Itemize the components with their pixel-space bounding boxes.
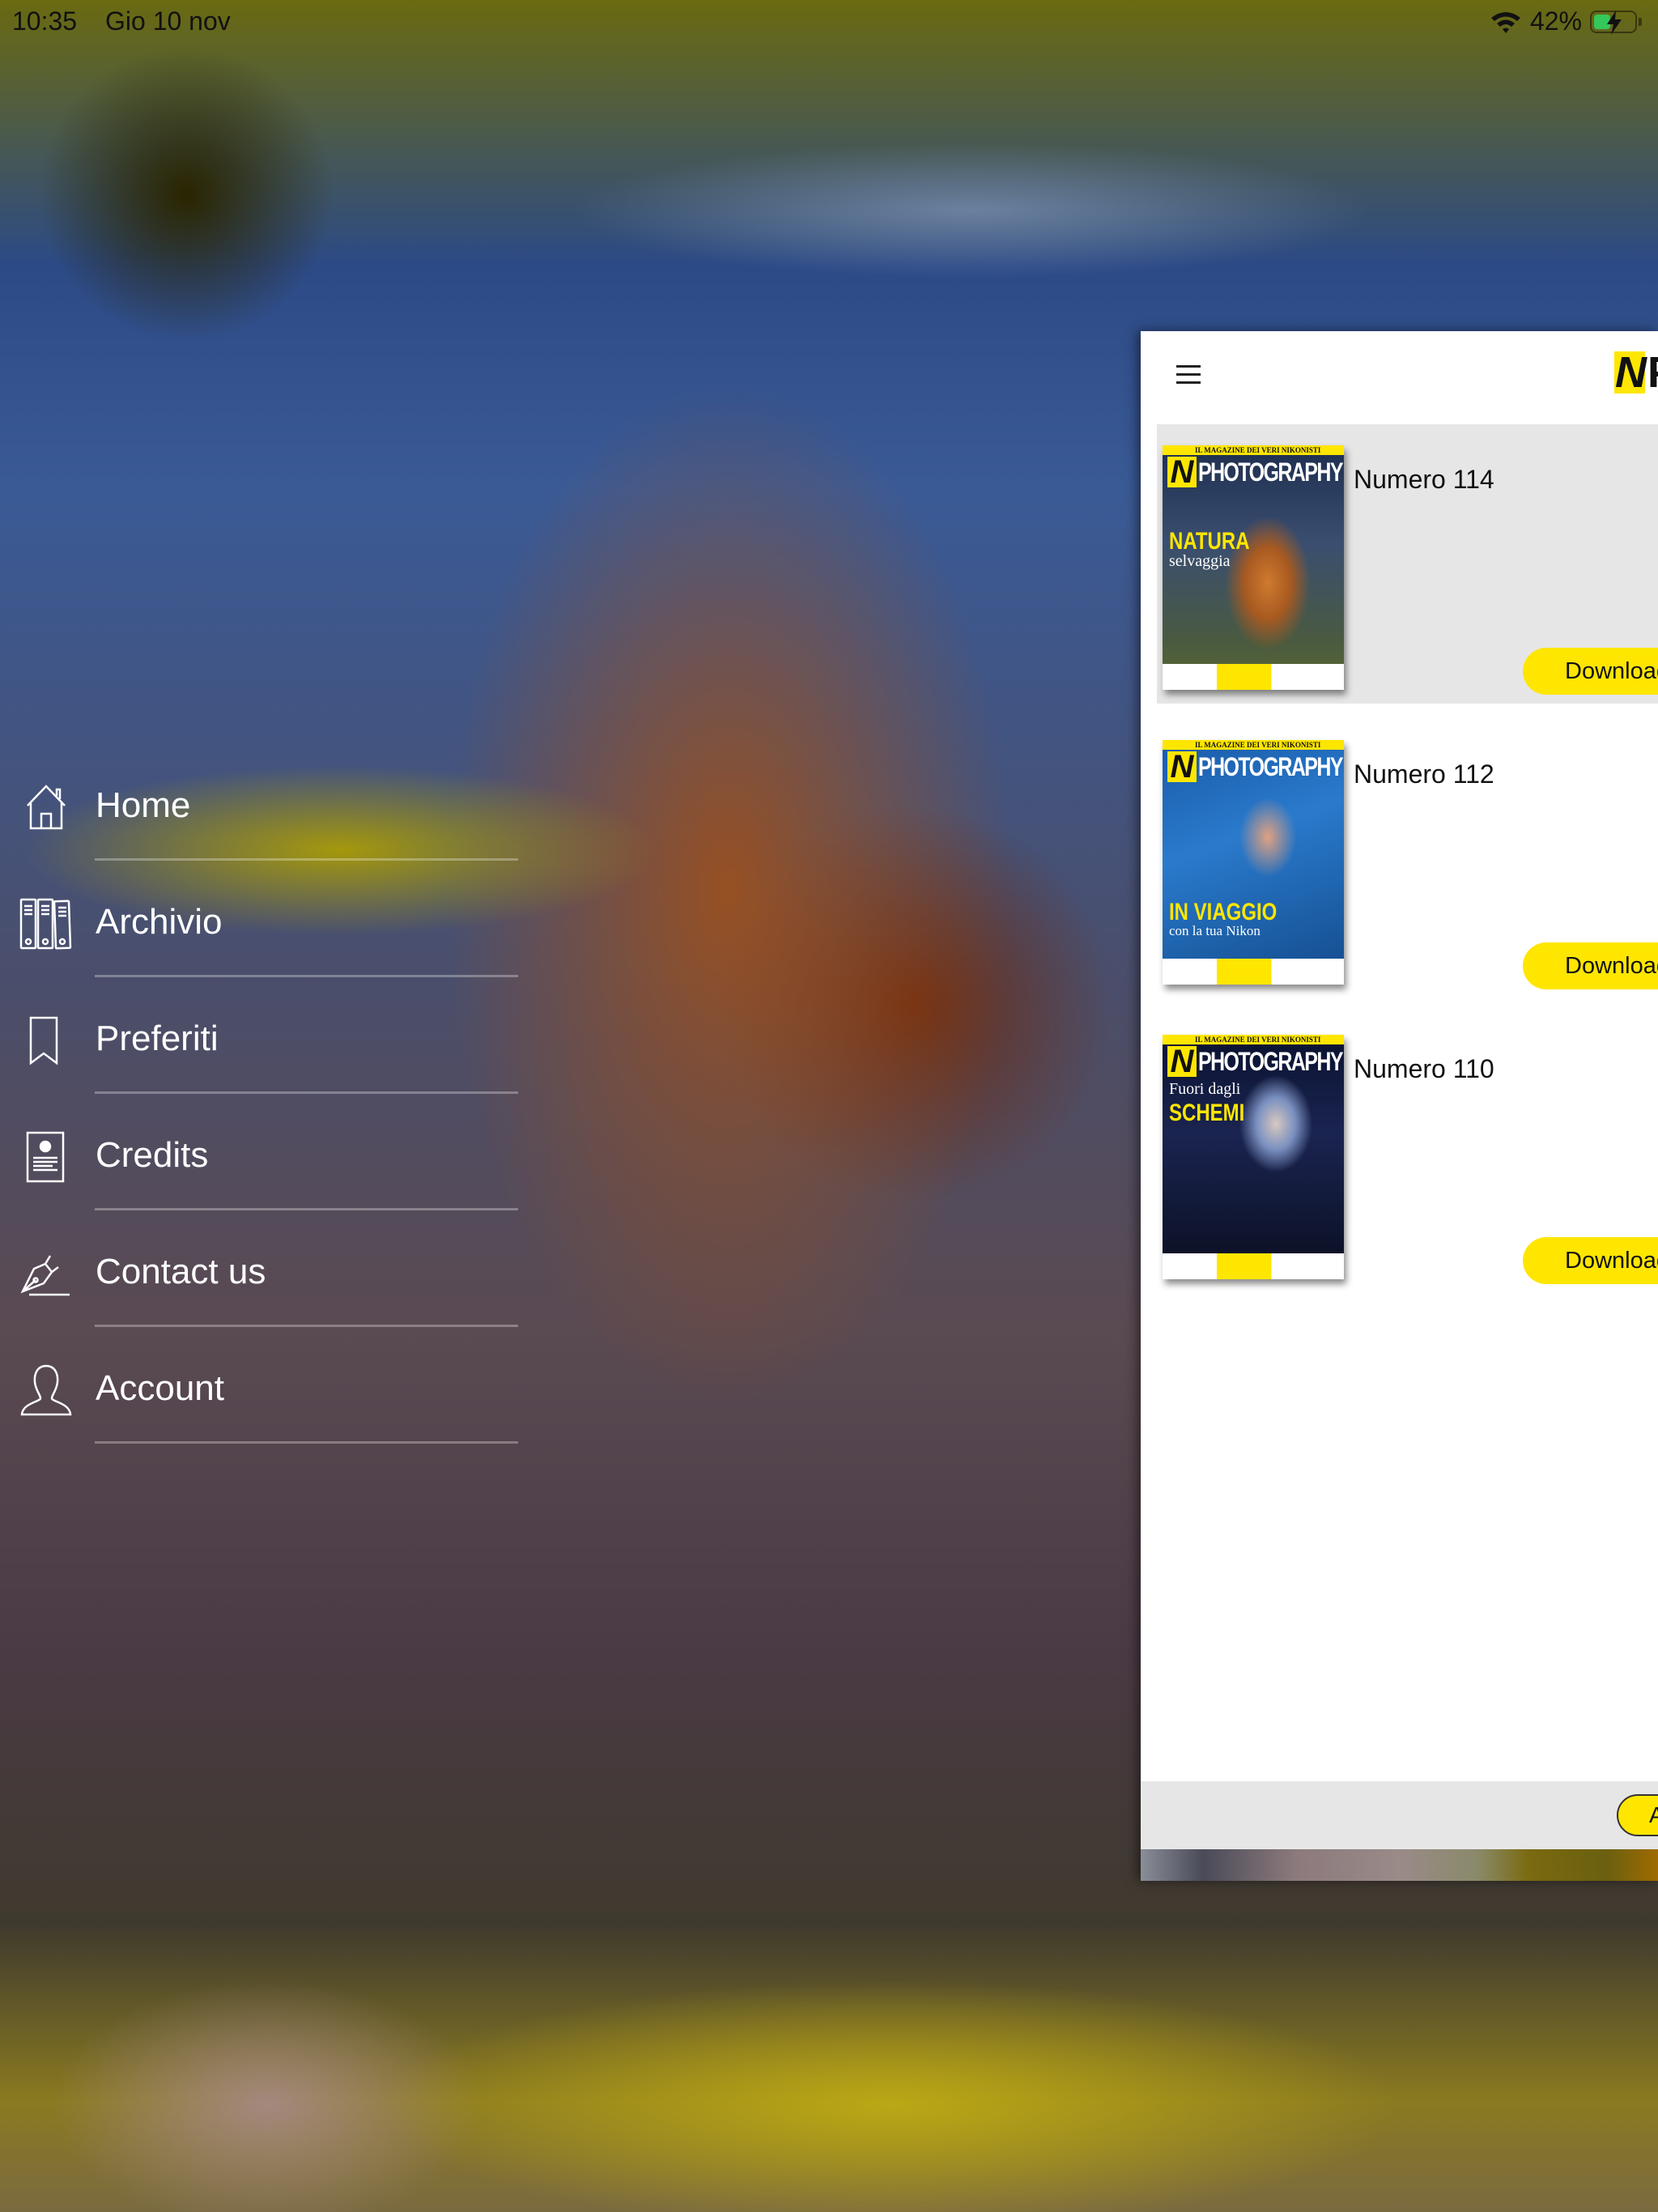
- menu-item-credits[interactable]: Credits: [0, 1115, 534, 1231]
- menu-item-account[interactable]: Account: [0, 1348, 534, 1465]
- issue-cover[interactable]: IL MAGAZINE DEI VERI NIKONISTI N PHOTOGR…: [1163, 1035, 1344, 1279]
- footer-action-button[interactable]: A: [1617, 1794, 1658, 1836]
- app-bottom-strip: [1141, 1849, 1658, 1881]
- hamburger-menu-icon[interactable]: [1176, 365, 1201, 385]
- pen-nib-icon: [20, 1255, 70, 1296]
- menu-divider: [95, 1441, 518, 1444]
- battery-icon: [1590, 10, 1637, 35]
- cover-bottom-strip: [1163, 959, 1344, 985]
- issue-cover[interactable]: IL MAGAZINE DEI VERI NIKONISTI N PHOTOGR…: [1163, 445, 1344, 690]
- menu-divider: [95, 1091, 518, 1094]
- issue-row[interactable]: IL MAGAZINE DEI VERI NIKONISTI N PHOTOGR…: [1157, 424, 1658, 704]
- cover-headline: SCHEMI: [1169, 1100, 1245, 1126]
- menu-item-archivio[interactable]: Archivio: [0, 882, 534, 998]
- issue-row[interactable]: IL MAGAZINE DEI VERI NIKONISTI N PHOTOGR…: [1157, 1014, 1658, 1293]
- menu-divider: [95, 858, 518, 861]
- issue-list: IL MAGAZINE DEI VERI NIKONISTI N PHOTOGR…: [1157, 424, 1658, 1308]
- menu-label: Archivio: [96, 902, 223, 942]
- bookmark-icon: [29, 1016, 58, 1066]
- brand-logo: N P: [1614, 348, 1658, 397]
- menu-label: Account: [96, 1368, 224, 1408]
- cover-tagline: IL MAGAZINE DEI VERI NIKONISTI: [1195, 1036, 1321, 1044]
- menu-divider: [95, 1325, 518, 1327]
- menu-label: Home: [96, 785, 191, 825]
- cover-headline: NATURA: [1169, 528, 1250, 555]
- status-date: Gio 10 nov: [105, 6, 231, 36]
- archive-binders-icon: [19, 898, 72, 950]
- download-button[interactable]: Download: [1523, 648, 1658, 695]
- menu-item-contact-us[interactable]: Contact us: [0, 1231, 534, 1348]
- brand-logo-text: P: [1647, 351, 1658, 394]
- issue-cover[interactable]: IL MAGAZINE DEI VERI NIKONISTI N PHOTOGR…: [1163, 740, 1344, 985]
- app-header: N P: [1141, 331, 1658, 424]
- download-button[interactable]: Download: [1523, 1237, 1658, 1284]
- menu-divider: [95, 975, 518, 977]
- cover-masthead-n: N: [1167, 751, 1197, 783]
- menu-label: Contact us: [96, 1252, 266, 1291]
- app-footer: A: [1141, 1781, 1658, 1849]
- cover-masthead-n: N: [1167, 456, 1197, 488]
- user-icon: [20, 1364, 72, 1416]
- cover-subline: selvaggia: [1169, 552, 1231, 570]
- status-bar: 10:35 Gio 10 nov 42%: [0, 0, 1658, 42]
- home-icon: [27, 785, 66, 830]
- cover-masthead-title: PHOTOGRAPHY: [1198, 752, 1343, 781]
- menu-item-home[interactable]: Home: [0, 765, 534, 882]
- cover-bottom-strip: [1163, 664, 1344, 690]
- menu-label: Preferiti: [96, 1019, 219, 1058]
- menu-item-preferiti[interactable]: Preferiti: [0, 998, 534, 1115]
- cover-masthead: N PHOTOGRAPHY: [1163, 1044, 1344, 1078]
- issue-row[interactable]: IL MAGAZINE DEI VERI NIKONISTI N PHOTOGR…: [1157, 719, 1658, 998]
- cover-subline: Fuori dagli: [1169, 1080, 1241, 1098]
- cover-masthead-title: PHOTOGRAPHY: [1198, 1047, 1343, 1076]
- battery-tip: [1639, 17, 1642, 26]
- id-card-icon: [26, 1131, 65, 1183]
- battery-percent: 42%: [1529, 6, 1582, 36]
- cover-masthead: N PHOTOGRAPHY: [1163, 750, 1344, 784]
- brand-logo-n: N: [1614, 348, 1647, 397]
- issue-title: Numero 112: [1354, 759, 1494, 789]
- menu-divider: [95, 1208, 518, 1210]
- cover-masthead-title: PHOTOGRAPHY: [1198, 457, 1343, 487]
- cover-headline: IN VIAGGIO: [1169, 899, 1278, 925]
- wifi-icon: [1490, 11, 1520, 33]
- cover-tagline: IL MAGAZINE DEI VERI NIKONISTI: [1195, 446, 1321, 454]
- menu-label: Credits: [96, 1135, 209, 1175]
- issue-title: Numero 114: [1354, 465, 1494, 494]
- cover-bottom-strip: [1163, 1253, 1344, 1279]
- cover-subline: con la tua Nikon: [1169, 923, 1261, 938]
- status-indicators: 42%: [1490, 6, 1642, 36]
- status-time: 10:35: [12, 6, 78, 36]
- charging-bolt-icon: [1607, 10, 1622, 35]
- app-panel: N P IL MAGAZINE DEI VERI NIKONISTI N PHO…: [1141, 331, 1658, 1881]
- cover-masthead: N PHOTOGRAPHY: [1163, 455, 1344, 489]
- side-menu: Home Archivio Preferiti Credits Contact …: [0, 765, 534, 1465]
- cover-tagline: IL MAGAZINE DEI VERI NIKONISTI: [1195, 741, 1321, 749]
- download-button[interactable]: Download: [1523, 942, 1658, 989]
- cover-masthead-n: N: [1167, 1045, 1197, 1078]
- issue-title: Numero 110: [1354, 1054, 1494, 1083]
